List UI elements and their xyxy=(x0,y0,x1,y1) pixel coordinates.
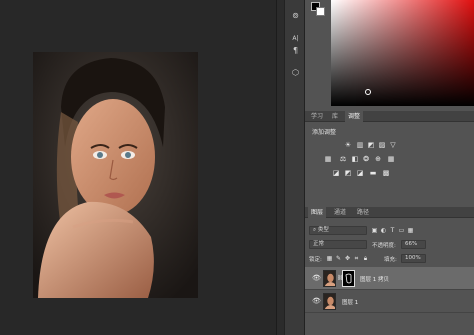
layer-row[interactable]: 👁︎ 图层 1 xyxy=(305,290,474,313)
blend-mode-value: 正常 xyxy=(313,241,325,247)
layers-tab-bar: 图层 通道 路径 xyxy=(305,207,474,218)
cube-3d-icon[interactable]: ⬡ xyxy=(289,67,302,79)
tab-adjustments[interactable]: 调整 xyxy=(345,111,364,122)
image-filter-icon[interactable]: ▣ xyxy=(371,227,378,234)
panel-icon-bar: ⊚ A| ¶ ⬡ xyxy=(284,0,305,335)
lock-transparent-icon[interactable]: ▦ xyxy=(326,255,333,262)
curves-icon[interactable]: ◩ xyxy=(367,142,375,149)
color-balance-icon[interactable]: ⚖ xyxy=(339,156,347,163)
tab-layers[interactable]: 图层 xyxy=(308,207,327,218)
tab-channels[interactable]: 通道 xyxy=(331,207,349,218)
black-white-icon[interactable]: ◧ xyxy=(351,156,359,163)
shape-filter-icon[interactable]: ▭ xyxy=(398,227,405,234)
lock-label: 锁定: xyxy=(309,257,322,263)
layer-thumbnail xyxy=(323,270,336,287)
fill-value: 100% xyxy=(405,255,421,261)
layer-row[interactable]: 👁︎ ⛓︎ 图层 1 拷贝 xyxy=(305,267,474,290)
background-color-swatch[interactable] xyxy=(316,7,325,16)
layer-name[interactable]: 图层 1 xyxy=(342,298,358,306)
invert-icon[interactable]: ◪ xyxy=(332,170,340,177)
selective-color-icon[interactable]: ▩ xyxy=(382,170,390,177)
panel-divider xyxy=(276,0,284,335)
exposure-icon[interactable]: ▨ xyxy=(378,142,386,149)
adjustments-tab-bar: 学习 库 调整 xyxy=(305,111,474,122)
smart-object-filter-icon[interactable]: ▦ xyxy=(407,227,414,234)
opacity-input[interactable]: 66% xyxy=(401,240,426,249)
levels-icon[interactable]: ▥ xyxy=(356,142,364,149)
tab-libraries[interactable]: 库 xyxy=(329,111,341,122)
fill-label: 填充: xyxy=(384,257,397,263)
layer-mask-thumbnail[interactable] xyxy=(342,270,355,287)
vibrance-icon[interactable]: ▽ xyxy=(389,142,397,149)
adjustment-filter-icon[interactable]: ◐ xyxy=(380,227,387,234)
threshold-icon[interactable]: ◪ xyxy=(356,170,364,177)
lock-position-icon[interactable]: ✥ xyxy=(344,255,351,262)
lock-artboard-icon[interactable]: ⌗ xyxy=(353,255,360,262)
opacity-label: 不透明度: xyxy=(372,243,396,249)
tab-learn[interactable]: 学习 xyxy=(308,111,326,122)
opacity-value: 66% xyxy=(405,241,418,247)
character-icon[interactable]: A| xyxy=(289,33,302,45)
paragraph-icon[interactable]: ¶ xyxy=(289,45,302,57)
channel-mixer-icon[interactable]: ⊕ xyxy=(374,156,382,163)
tab-paths[interactable]: 路径 xyxy=(354,207,372,218)
visibility-eye-icon[interactable]: 👁︎ xyxy=(312,274,321,282)
layer-name[interactable]: 图层 1 拷贝 xyxy=(360,275,389,283)
color-lookup-icon[interactable]: ▦ xyxy=(387,156,395,163)
brightness-contrast-icon[interactable]: ☀ xyxy=(344,142,352,149)
type-filter-icon[interactable]: T xyxy=(389,227,396,234)
lock-all-icon[interactable]: 🔒︎ xyxy=(362,255,369,262)
hue-saturation-icon[interactable]: ▦ xyxy=(324,156,332,163)
layer-thumbnail xyxy=(323,293,336,310)
gradient-map-icon[interactable]: ▬ xyxy=(369,170,377,177)
add-adjustment-label: 添加调整 xyxy=(312,129,337,136)
portrait-photo xyxy=(33,52,198,298)
canvas-area[interactable] xyxy=(0,0,276,335)
color-picker-cursor[interactable] xyxy=(365,89,371,95)
fill-input[interactable]: 100% xyxy=(401,254,426,263)
color-picker-field[interactable] xyxy=(331,0,474,106)
history-brush-icon[interactable]: ⊚ xyxy=(289,10,302,22)
photo-filter-icon[interactable]: ❂ xyxy=(362,156,370,163)
layer-filter-select[interactable]: ⌕ 类型 xyxy=(309,226,367,235)
filter-kind-label: 类型 xyxy=(317,227,329,233)
posterize-icon[interactable]: ◩ xyxy=(344,170,352,177)
document-image[interactable] xyxy=(33,52,198,298)
lock-image-icon[interactable]: ✎ xyxy=(335,255,342,262)
blend-mode-select[interactable]: 正常 xyxy=(309,240,367,249)
visibility-eye-icon[interactable]: 👁︎ xyxy=(312,297,321,305)
